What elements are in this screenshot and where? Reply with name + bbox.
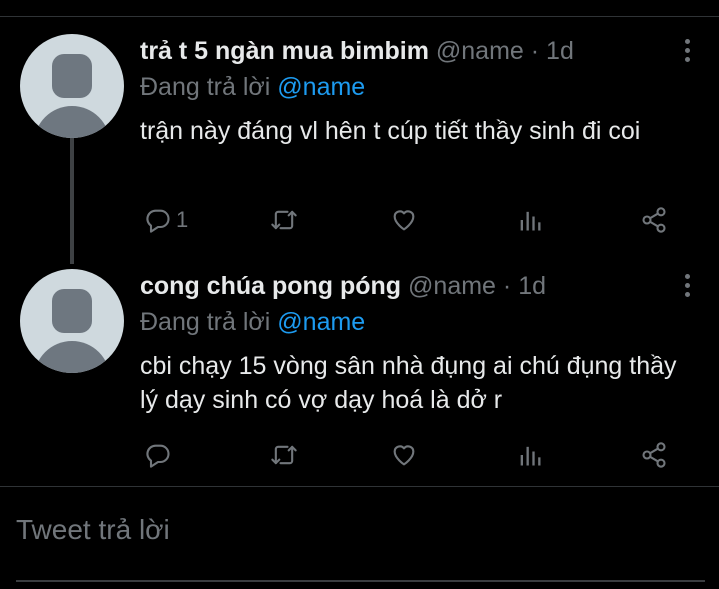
retweet-button[interactable]: [270, 437, 298, 473]
action-bar: 1: [140, 202, 685, 238]
reply-compose-input[interactable]: Tweet trả lời: [16, 514, 170, 546]
top-divider: [0, 16, 719, 17]
share-icon: [642, 442, 666, 468]
share-button[interactable]: [640, 437, 668, 473]
avatar-body-shape: [34, 341, 110, 373]
replying-to-handle[interactable]: @name: [277, 73, 365, 101]
like-button[interactable]: [390, 437, 418, 473]
reply-icon: [146, 444, 170, 468]
share-button[interactable]: [640, 202, 668, 238]
replying-to-handle[interactable]: @name: [277, 308, 365, 336]
reply-count: 1: [176, 207, 189, 232]
replying-to-label: Đang trả lời: [140, 308, 271, 336]
compose-divider: [0, 486, 719, 487]
timestamp[interactable]: 1d: [546, 37, 574, 65]
timestamp[interactable]: 1d: [518, 272, 546, 300]
separator: ·: [502, 272, 512, 300]
replying-to: Đang trả lời @name: [140, 72, 365, 102]
retweet-icon: [271, 445, 297, 465]
action-bar: [140, 437, 685, 473]
analytics-button[interactable]: [516, 202, 544, 238]
reply-button[interactable]: [144, 437, 176, 473]
analytics-button[interactable]: [516, 437, 544, 473]
display-name[interactable]: cong chúa pong póng: [140, 272, 401, 300]
thread-connector: [70, 138, 74, 264]
analytics-icon: [520, 446, 541, 466]
retweet-icon: [271, 210, 297, 230]
separator: ·: [530, 37, 540, 65]
avatar-head-shape: [52, 54, 92, 98]
like-icon: [393, 210, 415, 231]
replying-to: Đang trả lời @name: [140, 307, 365, 337]
tweet-header: trả t 5 ngàn mua bimbim @name · 1d: [140, 36, 574, 66]
like-icon: [393, 445, 415, 466]
user-handle[interactable]: @name: [408, 272, 496, 300]
reply-button[interactable]: 1: [144, 202, 188, 238]
user-handle[interactable]: @name: [436, 37, 524, 65]
retweet-button[interactable]: [270, 202, 298, 238]
reply-icon: [146, 209, 170, 233]
avatar-body-shape: [34, 106, 110, 138]
tweet-text: cbi chạy 15 vòng sân nhà đụng ai chú đụn…: [140, 352, 677, 414]
avatar[interactable]: [20, 34, 124, 138]
more-icon[interactable]: [685, 39, 691, 66]
share-icon: [642, 207, 666, 233]
more-icon[interactable]: [685, 274, 691, 301]
replying-to-label: Đang trả lời: [140, 73, 271, 101]
compose-underline: [16, 580, 705, 582]
like-button[interactable]: [390, 202, 418, 238]
tweet-text: trận này đáng vl hên t cúp tiết thầy sin…: [140, 117, 641, 145]
tweet-header: cong chúa pong póng @name · 1d: [140, 271, 546, 301]
display-name[interactable]: trả t 5 ngàn mua bimbim: [140, 37, 429, 65]
avatar-head-shape: [52, 289, 92, 333]
analytics-icon: [520, 211, 541, 231]
avatar[interactable]: [20, 269, 124, 373]
